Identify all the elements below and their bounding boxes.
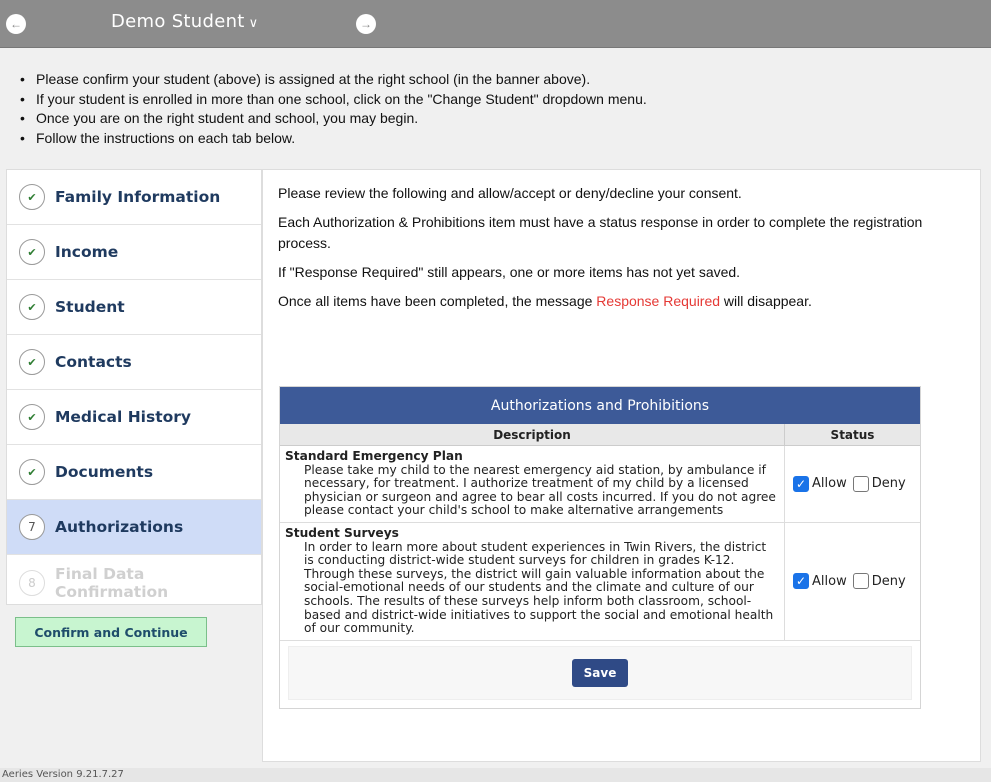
confirm-and-continue-button[interactable]: Confirm and Continue [15,617,207,647]
table-row: Standard Emergency Plan Please take my c… [280,446,920,523]
step-number-icon: 8 [19,569,45,596]
intro-text: Please review the following and allow/ac… [278,183,968,320]
item-title: Standard Emergency Plan [285,449,463,463]
intro-line: Please review the following and allow/ac… [278,185,742,201]
student-name: Demo Student [111,11,245,32]
sidebar-item-final-data-confirmation: 8 Final Data Confirmation [7,555,261,610]
table-row: Student Surveys In order to learn more a… [280,522,920,641]
item-text: In order to learn more about student exp… [304,539,774,636]
deny-checkbox[interactable] [852,475,869,492]
sidebar-item-documents[interactable]: ✔ Documents [7,445,261,500]
instruction-item: If your student is enrolled in more than… [20,90,960,110]
check-circle-icon: ✔ [19,239,45,265]
authorizations-table: Authorizations and Prohibitions Descript… [279,386,921,709]
sidebar-item-label: Student [55,298,125,316]
sidebar-item-income[interactable]: ✔ Income [7,225,261,280]
check-circle-icon: ✔ [19,294,45,320]
sidebar-item-family-information[interactable]: ✔ Family Information [7,170,261,225]
chevron-down-icon: ∨ [248,16,259,31]
sidebar-item-authorizations[interactable]: 7 Authorizations [7,500,261,555]
step-sidebar: ✔ Family Information ✔ Income ✔ Student … [6,169,262,605]
column-header-status: Status [830,427,875,442]
allow-checkbox[interactable]: ✓ [793,573,809,590]
instruction-item: Please confirm your student (above) is a… [20,70,960,90]
deny-option[interactable]: Deny [852,475,906,492]
step-number-icon: 7 [19,514,45,540]
status-cell: ✓ Allow Deny [785,523,920,640]
check-circle-icon: ✔ [19,349,45,375]
save-button[interactable]: Save [572,658,628,687]
sidebar-item-label: Income [55,243,119,261]
instruction-item: Follow the instructions on each tab belo… [20,129,960,149]
allow-option[interactable]: ✓ Allow [793,573,847,590]
intro-line: Each Authorization & Prohibitions item m… [278,214,923,251]
response-required-text: Response Required [596,293,721,309]
arrow-left-circle-icon[interactable]: ← [6,14,26,34]
arrow-right-circle-icon[interactable]: → [356,14,376,34]
description-cell: Standard Emergency Plan Please take my c… [280,446,785,522]
version-footer: Aeries Version 9.21.7.27 [0,768,991,782]
column-header-description: Description [280,424,785,445]
table-title: Authorizations and Prohibitions [280,387,920,424]
deny-option[interactable]: Deny [852,573,906,590]
description-cell: Student Surveys In order to learn more a… [280,522,785,640]
intro-line: If "Response Required" still appears, on… [278,264,741,280]
allow-checkbox[interactable]: ✓ [793,475,809,492]
instruction-item: Once you are on the right student and sc… [20,109,960,129]
change-student-dropdown[interactable]: Demo Student ∨ [111,11,259,32]
status-cell: ✓ Allow Deny [785,446,920,522]
sidebar-item-label: Contacts [55,353,132,371]
sidebar-item-label: Documents [55,463,154,481]
check-circle-icon: ✔ [19,404,45,430]
instruction-list: Please confirm your student (above) is a… [20,70,960,148]
intro-line-final: Once all items have been completed, the … [278,293,812,309]
deny-checkbox[interactable] [852,573,869,590]
sidebar-item-student[interactable]: ✔ Student [7,280,261,335]
item-title: Student Surveys [285,525,399,540]
sidebar-item-label: Medical History [55,408,192,426]
sidebar-item-label: Family Information [55,188,221,206]
check-circle-icon: ✔ [19,459,45,485]
sidebar-item-medical-history[interactable]: ✔ Medical History [7,390,261,445]
sidebar-item-label: Authorizations [55,518,184,536]
item-text: Please take my child to the nearest emer… [304,462,776,518]
authorizations-panel: Please review the following and allow/ac… [262,169,981,762]
sidebar-item-contacts[interactable]: ✔ Contacts [7,335,261,390]
sidebar-item-label: Final Data Confirmation [55,564,169,601]
table-header: Description Status [280,424,920,446]
top-banner: ← Demo Student ∨ → [0,0,991,48]
check-circle-icon: ✔ [19,184,45,210]
save-area: Save [288,645,912,700]
allow-option[interactable]: ✓ Allow [793,475,847,492]
